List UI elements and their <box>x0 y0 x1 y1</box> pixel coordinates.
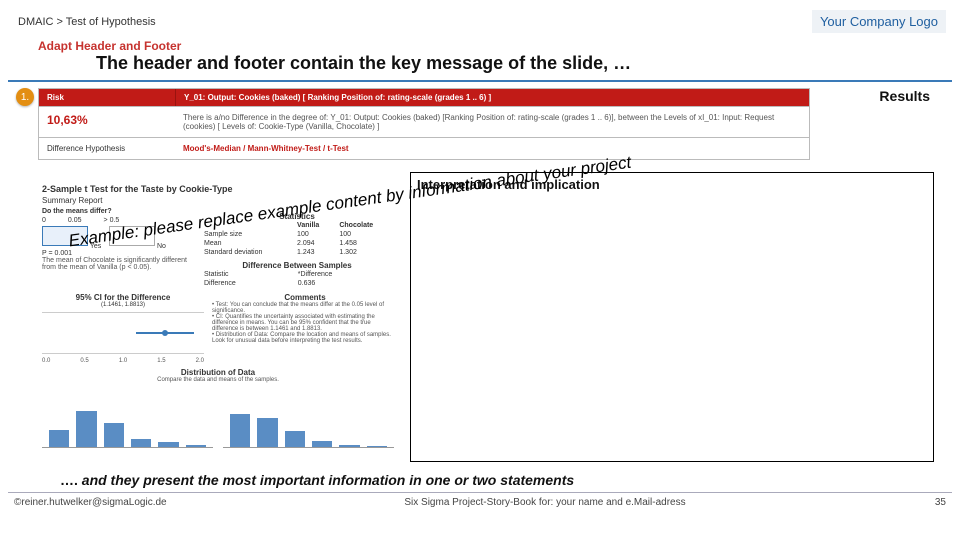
page-number: 35 <box>886 497 946 508</box>
ci-chart <box>42 312 204 354</box>
row-n-v: 100 <box>293 230 335 239</box>
table-row: 10,63% There is a/no Difference in the d… <box>39 106 809 137</box>
ax1: 0.5 <box>80 358 88 364</box>
breadcrumb: DMAIC > Test of Hypothesis <box>18 16 156 28</box>
row-n-c: 100 <box>335 230 394 239</box>
row-mean-v: 2.094 <box>293 239 335 248</box>
scale-left: 0 <box>42 217 46 224</box>
answer-no: No <box>157 243 166 250</box>
scale-mid: 0.05 <box>68 217 82 224</box>
dist-heading: Distribution of Data <box>38 364 398 377</box>
summary-subtitle: Summary Report <box>38 196 398 207</box>
row-sd-v: 1.243 <box>293 248 335 257</box>
answer-no-box <box>109 226 155 246</box>
table-header-row: Risk Y_01: Output: Cookies (baked) [ Ran… <box>39 89 809 106</box>
interpretation-heading: Interpretation and implication <box>417 177 600 192</box>
footer-left: ©reiner.hutwelker@sigmaLogic.de <box>14 497 204 508</box>
footer-bar: ©reiner.hutwelker@sigmaLogic.de Six Sigm… <box>0 493 960 508</box>
table-header-output: Y_01: Output: Cookies (baked) [ Ranking … <box>176 89 809 106</box>
row-sd-label: Standard deviation <box>200 248 293 257</box>
row-mean-label: Mean <box>200 239 293 248</box>
answer-yes: Yes <box>90 243 101 250</box>
comment1: • Test: You can conclude that the means … <box>212 302 398 314</box>
diff-stat-lab: Statistic <box>200 270 294 279</box>
ax3: 1.5 <box>157 358 165 364</box>
footer-message-text: and they present the most important info… <box>82 472 574 488</box>
ax4: 2.0 <box>196 358 204 364</box>
ax2: 1.0 <box>119 358 127 364</box>
row-n-label: Sample size <box>200 230 293 239</box>
risk-percent: 10,63% <box>39 107 175 137</box>
diff-table: Statistic*Difference Difference0.636 <box>200 270 394 288</box>
ci-heading: 95% CI for the Difference <box>38 289 208 302</box>
step-number-badge: 1. <box>16 88 34 106</box>
row-mean-c: 1.458 <box>335 239 394 248</box>
hist-vanilla <box>42 387 213 448</box>
interpretation-box: Interpretation and implication <box>410 172 934 462</box>
comment2: • CI: Quantifies the uncertainty associa… <box>212 314 398 332</box>
risk-description: There is a/no Difference in the degree o… <box>175 107 809 137</box>
row-sd-c: 1.302 <box>335 248 394 257</box>
page-title: The header and footer contain the key me… <box>0 53 960 80</box>
col-chocolate: Chocolate <box>335 221 394 230</box>
ax0: 0.0 <box>42 358 50 364</box>
diff-stat-val: *Difference <box>294 270 394 279</box>
stats-table: VanillaChocolate Sample size100100 Mean2… <box>200 221 394 257</box>
ci-axis: 0.0 0.5 1.0 1.5 2.0 <box>38 358 208 364</box>
comment3: • Distribution of Data: Compare the loca… <box>212 332 398 344</box>
table-row: Difference Hypothesis Mood's-Median / Ma… <box>39 137 809 159</box>
conclusion-text: The mean of Chocolate is significantly d… <box>42 257 192 271</box>
ci-range: (1.1461, 1.8813) <box>38 302 208 308</box>
summary-report: 2-Sample t Test for the Taste by Cookie-… <box>38 182 398 458</box>
diff-val: 0.636 <box>294 279 394 288</box>
footer-message: …. and they present the most important i… <box>0 466 960 490</box>
diff-val-lab: Difference <box>200 279 294 288</box>
comments-heading: Comments <box>212 289 398 302</box>
section-subtitle: Adapt Header and Footer <box>0 37 960 53</box>
col-vanilla: Vanilla <box>293 221 335 230</box>
stats-heading: Statistics <box>200 208 394 221</box>
company-logo: Your Company Logo <box>812 10 946 33</box>
results-label: Results <box>879 88 930 104</box>
footer-center: Six Sigma Project-Story-Book for: your n… <box>204 497 886 508</box>
footer-dots: …. <box>60 472 82 488</box>
hist-chocolate <box>223 387 394 448</box>
answer-yes-box <box>42 226 88 246</box>
risk-table: Risk Y_01: Output: Cookies (baked) [ Ran… <box>38 88 810 160</box>
scale-right: > 0.5 <box>104 217 120 224</box>
hypothesis-tests: Mood's-Median / Mann-Whitney-Test / t-Te… <box>175 138 809 159</box>
summary-title: 2-Sample t Test for the Taste by Cookie-… <box>38 182 398 196</box>
hypothesis-label: Difference Hypothesis <box>39 138 175 159</box>
summary-top-table: Do the means differ? 0 0.05 > 0.5 Yes No… <box>38 207 398 289</box>
table-header-risk: Risk <box>39 89 176 106</box>
diff-between-heading: Difference Between Samples <box>200 257 394 270</box>
diff-question: Do the means differ? <box>42 208 192 215</box>
p-value: P = 0.001 <box>42 250 192 257</box>
